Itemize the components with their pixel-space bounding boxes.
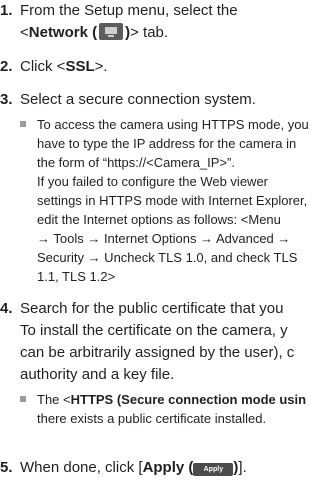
note-line: 1.1, TLS 1.2> (37, 269, 116, 284)
note-line: the form of “https://<Camera_IP>”. (37, 155, 235, 170)
ssl-label: SSL (65, 58, 95, 75)
bullet-icon (20, 121, 26, 127)
step-number: 2. (0, 58, 13, 75)
step-text-line: can be arbitrarily assigned by the user)… (20, 344, 295, 361)
step-text: Select a secure connection system. (20, 91, 256, 108)
note-line: there exists a public certificate instal… (37, 411, 267, 426)
step-text-line: To install the certificate on the camera… (20, 322, 288, 339)
step-text: Search for the public certificate that y… (20, 300, 284, 317)
bullet-icon (20, 396, 26, 402)
note-line: Security → Uncheck TLS 1.0, and check TL… (37, 250, 298, 265)
step-3: 3. Select a secure connection system. (0, 89, 256, 111)
apply-button-image: Apply (193, 463, 234, 476)
step-text-line: authority and a key file. (20, 366, 175, 383)
note-https-mode: The <HTTPS (Secure connection mode usin … (20, 390, 306, 428)
https-mode-label: HTTPS (Secure connection mode usin (70, 392, 307, 407)
manual-page: 1. From the Setup menu, select the <Netwo… (0, 0, 333, 496)
step-text-line2: <Network ()> tab. (20, 23, 169, 41)
note-line: have to type the IP address for the came… (37, 136, 297, 151)
note-line: → Tools → Internet Options → Advanced → (37, 231, 291, 246)
note-line: settings in HTTPS mode with Internet Exp… (37, 193, 308, 208)
note-line: edit the Internet options as follows: <M… (37, 212, 281, 227)
note-line: If you failed to configure the Web viewe… (37, 174, 268, 189)
step-number: 1. (0, 2, 13, 19)
step-number: 4. (0, 300, 13, 317)
step-number: 3. (0, 91, 13, 108)
step-5: 5. When done, click [Apply (Apply)]. (0, 457, 247, 479)
step-text: From the Setup menu, select the (20, 2, 238, 19)
network-label: Network ( (28, 24, 98, 41)
step-2: 2. Click <SSL>. (0, 56, 108, 78)
step-4: 4. Search for the public certificate that… (0, 298, 294, 386)
step-number: 5. (0, 459, 13, 476)
note-line: To access the camera using HTTPS mode, y… (37, 117, 309, 132)
note-https-access: To access the camera using HTTPS mode, y… (20, 115, 309, 286)
network-monitor-icon (99, 23, 124, 40)
note-line: The <HTTPS (Secure connection mode usin (37, 392, 307, 407)
apply-label: Apply ( (142, 459, 194, 476)
step-1: 1. From the Setup menu, select the <Netwo… (0, 0, 238, 44)
